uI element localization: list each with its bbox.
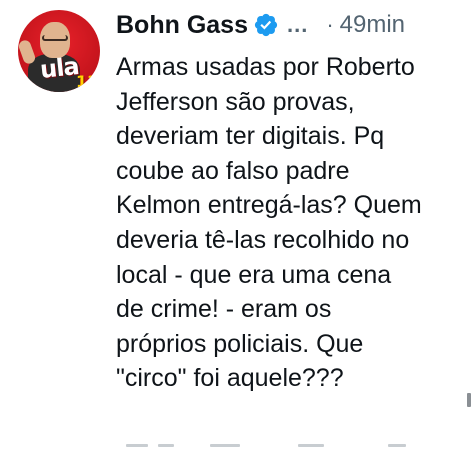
avatar[interactable]: ula 13 [18, 10, 100, 92]
tweet-text-line: Kelmon entregá-las? Quem [116, 191, 422, 220]
author-name[interactable]: Bohn Gass [116, 11, 248, 40]
tweet-text-line: deveriam ter digitais. Pq [116, 122, 385, 151]
tweet-text-line: coube ao falso padre [116, 156, 350, 185]
avatar-glasses [42, 35, 68, 41]
tweet-timestamp[interactable]: 49min [340, 11, 405, 39]
separator-dot: · [326, 12, 334, 37]
tweet-text-line: "circo" foi aquele??? [116, 364, 344, 393]
tweet-text-line: de crime! - eram os [116, 295, 332, 324]
avatar-hand [18, 38, 37, 66]
avatar-badge-text: ula [38, 52, 80, 84]
next-content-fragment [118, 444, 418, 450]
more-ellipsis[interactable]: ... [287, 12, 308, 38]
tweet-text-line: Armas usadas por Roberto [116, 53, 415, 81]
avatar-badge-number: 13 [76, 72, 99, 91]
verified-badge-icon [254, 13, 278, 37]
tweet-text-line: próprios policiais. Que [116, 329, 364, 358]
tweet-text-line: Jefferson são provas, [116, 87, 355, 116]
tweet-text-line: deveria tê-las recolhido no [116, 225, 410, 254]
tweet-text-line: local - que era uma cena [116, 260, 392, 289]
tweet-text: Armas usadas por Roberto Jefferson são p… [116, 50, 461, 396]
scrollbar-thumb[interactable] [467, 393, 471, 407]
tweet[interactable]: ula 13 Bohn Gass ... · 49min Armas usada… [0, 0, 474, 450]
tweet-header: Bohn Gass ... · 49min [116, 8, 405, 42]
